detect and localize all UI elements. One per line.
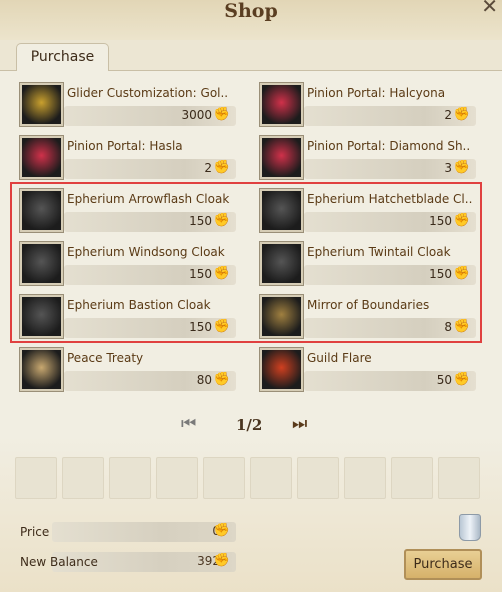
scroll-icon	[20, 348, 63, 391]
price-label: Price	[20, 525, 50, 539]
item-name: Guild Flare	[307, 351, 372, 365]
flare-icon	[260, 348, 303, 391]
price-bar: 80 ✊	[64, 371, 236, 391]
cart-slot[interactable]	[109, 457, 151, 499]
price-bar: 50 ✊	[304, 371, 476, 391]
last-page-icon[interactable]: ⏭	[292, 414, 307, 434]
price-bar: 3 ✊	[304, 159, 476, 179]
shop-item[interactable]: 3000 ✊ Glider Customization: Gol..	[20, 83, 240, 131]
item-name: Peace Treaty	[67, 351, 144, 365]
coin-icon: ✊	[213, 523, 230, 538]
cart-slot[interactable]	[203, 457, 245, 499]
price-bar: 2 ✊	[304, 106, 476, 126]
item-name: Glider Customization: Gol..	[67, 86, 229, 100]
pager: ⏮ 1/2 ⏭	[0, 412, 502, 438]
item-price: 2	[444, 108, 452, 122]
item-price: 50	[436, 373, 452, 387]
pinion-feather-icon	[20, 136, 63, 179]
cart-slot[interactable]	[297, 457, 339, 499]
coin-icon: ✊	[453, 160, 470, 175]
cart-slot[interactable]	[156, 457, 198, 499]
trash-icon[interactable]	[459, 514, 481, 541]
coin-icon: ✊	[213, 160, 230, 175]
pinion-feather-icon	[260, 83, 303, 126]
purchase-button[interactable]: Purchase	[404, 549, 482, 580]
first-page-icon[interactable]: ⏮	[181, 414, 196, 434]
shop-item[interactable]: 80 ✊ Peace Treaty	[20, 348, 240, 396]
shop-item[interactable]: 2 ✊ Pinion Portal: Halcyona	[260, 83, 480, 131]
balance-label: New Balance	[20, 555, 98, 569]
coin-icon: ✊	[453, 372, 470, 387]
item-price: 3	[444, 161, 452, 175]
item-name: Pinion Portal: Halcyona	[307, 86, 446, 100]
pinion-feather-icon	[260, 136, 303, 179]
page-indicator: 1/2	[236, 416, 263, 434]
shop-item[interactable]: 3 ✊ Pinion Portal: Diamond Sh..	[260, 136, 480, 184]
close-icon[interactable]: ✕	[481, 0, 498, 18]
cart-slot[interactable]	[250, 457, 292, 499]
coin-icon: ✊	[213, 372, 230, 387]
cart-slot[interactable]	[62, 457, 104, 499]
price-bar: 0 ✊	[52, 522, 236, 542]
shop-item[interactable]: 2 ✊ Pinion Portal: Hasla	[20, 136, 240, 184]
shop-item[interactable]: 50 ✊ Guild Flare	[260, 348, 480, 396]
cart-slot[interactable]	[391, 457, 433, 499]
highlight-box	[10, 182, 482, 343]
price-bar: 2 ✊	[64, 159, 236, 179]
item-price: 80	[196, 373, 212, 387]
item-name: Pinion Portal: Diamond Sh..	[307, 139, 471, 153]
item-name: Pinion Portal: Hasla	[67, 139, 183, 153]
cart-slot[interactable]	[15, 457, 57, 499]
cart-slot[interactable]	[344, 457, 386, 499]
price-bar: 3000 ✊	[64, 106, 236, 126]
coin-icon: ✊	[213, 553, 230, 568]
item-price: 2	[204, 161, 212, 175]
window-title: Shop	[224, 0, 278, 22]
coin-icon: ✊	[213, 107, 230, 122]
coin-icon: ✊	[453, 107, 470, 122]
glider-gold-icon	[20, 83, 63, 126]
tab-purchase[interactable]: Purchase	[16, 43, 109, 71]
item-price: 3000	[181, 108, 212, 122]
cart-slot[interactable]	[438, 457, 480, 499]
